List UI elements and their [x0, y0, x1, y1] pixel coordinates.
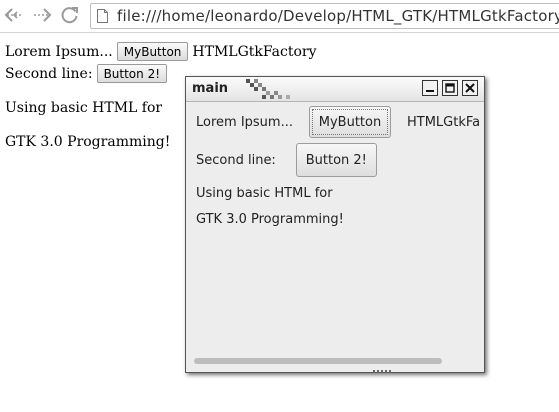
titlebar-grip-icon	[246, 79, 290, 99]
gtk-line-1: Lorem Ipsum... MyButton HTMLGtkFa	[196, 106, 480, 138]
page-line-2: Second line: Button 2!	[5, 64, 171, 83]
maximize-button[interactable]	[442, 80, 458, 96]
gtk-window-content: Lorem Ipsum... MyButton HTMLGtkFa Second…	[188, 102, 482, 370]
reload-button[interactable]	[60, 5, 80, 25]
gtk-line2-text: Second line:	[196, 152, 276, 168]
page-line-1: Lorem Ipsum... MyButton HTMLGtkFactory	[5, 42, 317, 61]
window-title: main	[192, 81, 229, 96]
forward-arrow-icon	[34, 8, 52, 22]
horizontal-scrollbar[interactable]	[190, 356, 478, 366]
address-bar[interactable]: file:///home/leonardo/Develop/HTML_GTK/H…	[90, 3, 559, 29]
address-text: file:///home/leonardo/Develop/HTML_GTK/H…	[117, 7, 559, 25]
gtk-line1-text: Lorem Ipsum...	[196, 114, 293, 130]
back-arrow-icon	[4, 8, 22, 22]
gtk-button-2[interactable]: Button 2!	[295, 143, 377, 177]
gtk-window: main Lorem Ipsum... MyButton HTMLGtkFa S…	[185, 76, 485, 373]
page-mybutton[interactable]: MyButton	[116, 42, 189, 61]
gtk-titlebar[interactable]: main	[186, 77, 484, 102]
close-button[interactable]	[462, 80, 478, 96]
page-line1-after: HTMLGtkFactory	[192, 43, 317, 60]
close-icon	[465, 83, 475, 93]
page-line2-text: Second line:	[5, 65, 93, 82]
gtk-paragraph-1: Using basic HTML for	[196, 185, 333, 201]
minimize-button[interactable]	[422, 80, 438, 96]
browser-toolbar: file:///home/leonardo/Develop/HTML_GTK/H…	[0, 0, 559, 33]
scrollbar-thumb[interactable]	[194, 358, 442, 364]
gtk-mybutton[interactable]: MyButton	[308, 106, 391, 138]
maximize-icon	[445, 83, 455, 93]
forward-button[interactable]	[32, 5, 52, 25]
page-line1-text: Lorem Ipsum...	[5, 43, 113, 60]
reload-icon	[61, 7, 78, 24]
page-button-2[interactable]: Button 2!	[96, 64, 168, 83]
gtk-paragraph-2: GTK 3.0 Programming!	[196, 211, 344, 227]
page-icon	[97, 9, 108, 23]
back-button[interactable]	[4, 5, 24, 25]
minimize-icon	[426, 90, 434, 92]
resize-grip[interactable]	[373, 370, 393, 373]
gtk-line1-after: HTMLGtkFa	[406, 114, 481, 130]
gtk-line-2: Second line: Button 2!	[196, 143, 377, 177]
page-paragraph-2: GTK 3.0 Programming!	[5, 134, 171, 150]
page-paragraph-1: Using basic HTML for	[5, 100, 163, 116]
